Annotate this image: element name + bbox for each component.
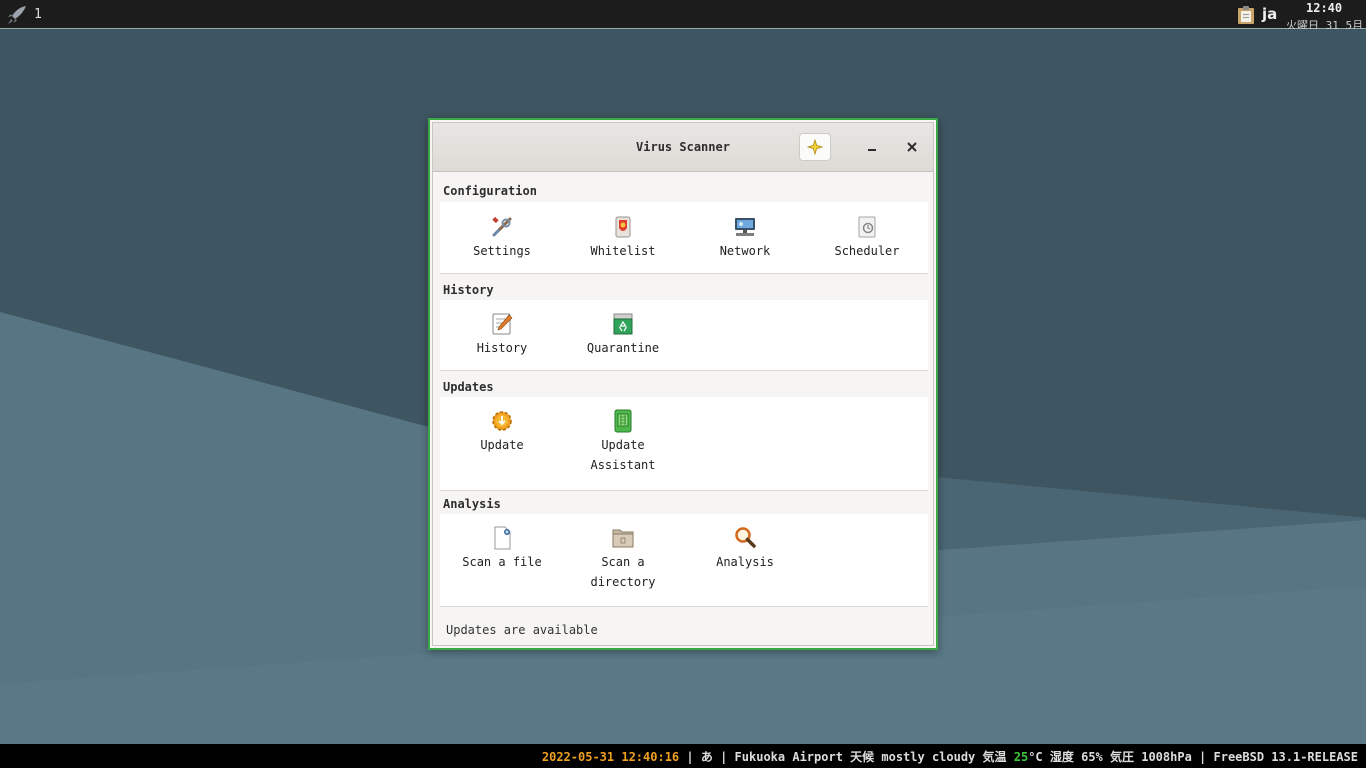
update-label: Update bbox=[480, 438, 524, 452]
scan-file-label: Scan a file bbox=[462, 555, 542, 569]
quarantine-bin-icon bbox=[613, 313, 633, 335]
notepad-pencil-icon bbox=[492, 313, 513, 335]
window-title: Virus Scanner bbox=[636, 140, 730, 154]
settings-button[interactable]: Settings bbox=[443, 215, 561, 261]
status-line: 2022-05-31 12:40:16 | あ | Fukuoka Airpor… bbox=[542, 748, 1358, 765]
language-indicator[interactable]: ja bbox=[1262, 5, 1277, 23]
clipboard-icon[interactable] bbox=[1236, 5, 1256, 25]
status-separator: | bbox=[712, 750, 735, 764]
section-configuration: Settings Whitelist Network Scheduler bbox=[440, 202, 928, 274]
section-updates: Update Update Assistant bbox=[440, 397, 928, 491]
shield-list-icon bbox=[615, 216, 631, 238]
status-message: Updates are available bbox=[446, 623, 598, 637]
clock-time[interactable]: 12:40 bbox=[1306, 1, 1342, 15]
folder-icon bbox=[612, 529, 634, 548]
quarantine-button[interactable]: Quarantine bbox=[564, 312, 682, 358]
analysis-button[interactable]: Analysis bbox=[686, 526, 804, 572]
minimize-icon bbox=[868, 149, 876, 151]
rocket-icon[interactable] bbox=[6, 5, 28, 25]
history-label: History bbox=[476, 341, 528, 355]
status-separator: | bbox=[1191, 750, 1214, 764]
magnifier-icon bbox=[735, 527, 756, 548]
section-title-updates: Updates bbox=[443, 380, 494, 394]
status-temperature: 25 bbox=[1013, 750, 1029, 764]
update-assistant-label-line1: Update bbox=[601, 438, 645, 452]
minimize-button[interactable] bbox=[861, 136, 883, 158]
update-assistant-button[interactable]: Update Assistant bbox=[564, 409, 682, 475]
workspace-indicator[interactable]: 1 bbox=[34, 7, 42, 22]
status-os: FreeBSD 13.1-RELEASE bbox=[1213, 750, 1359, 764]
update-button[interactable]: Update bbox=[443, 409, 561, 455]
scheduler-icon bbox=[858, 216, 876, 238]
status-ime: あ bbox=[700, 750, 713, 764]
scan-directory-label-line1: Scan a bbox=[601, 555, 645, 569]
network-icon bbox=[735, 218, 755, 236]
scan-file-button[interactable]: Scan a file bbox=[443, 526, 561, 572]
status-datetime: 2022-05-31 12:40:16 bbox=[541, 750, 680, 764]
close-button[interactable] bbox=[901, 136, 923, 158]
section-analysis: Scan a file Scan a directory Analysis bbox=[440, 514, 928, 607]
quarantine-label: Quarantine bbox=[586, 341, 660, 355]
star-button[interactable] bbox=[799, 133, 831, 161]
section-title-analysis: Analysis bbox=[443, 497, 501, 511]
scan-directory-button[interactable]: Scan a directory bbox=[564, 526, 682, 592]
close-icon bbox=[907, 142, 917, 152]
star-icon bbox=[807, 139, 823, 155]
network-button[interactable]: Network bbox=[686, 215, 804, 261]
whitelist-button[interactable]: Whitelist bbox=[564, 215, 682, 261]
file-icon bbox=[494, 526, 511, 550]
update-assistant-icon bbox=[614, 409, 632, 433]
status-bar: 2022-05-31 12:40:16 | あ | Fukuoka Airpor… bbox=[0, 744, 1366, 768]
status-weather-prefix: Fukuoka Airport 天候 mostly cloudy 気温 bbox=[734, 750, 1014, 764]
update-assistant-label-line2: Assistant bbox=[590, 458, 656, 472]
status-separator: | bbox=[679, 750, 701, 764]
whitelist-label: Whitelist bbox=[590, 244, 656, 258]
network-label: Network bbox=[719, 244, 771, 258]
status-weather-suffix: °C 湿度 65% 気圧 1008hPa bbox=[1028, 750, 1192, 764]
tools-icon bbox=[492, 216, 512, 237]
settings-label: Settings bbox=[473, 244, 531, 258]
section-title-history: History bbox=[443, 283, 494, 297]
section-title-configuration: Configuration bbox=[443, 184, 537, 198]
history-button[interactable]: History bbox=[443, 312, 561, 358]
section-history: History Quarantine bbox=[440, 300, 928, 371]
analysis-label: Analysis bbox=[716, 555, 774, 569]
window-body: Virus Scanner Configuration Settings Whi… bbox=[432, 122, 934, 646]
scheduler-label: Scheduler bbox=[834, 244, 900, 258]
top-panel: 1 ja 12:40 火曜日 31 5月 bbox=[0, 0, 1366, 29]
window-titlebar[interactable]: Virus Scanner bbox=[433, 123, 933, 172]
scheduler-button[interactable]: Scheduler bbox=[808, 215, 926, 261]
clock-date: 火曜日 31 5月 bbox=[1286, 19, 1364, 29]
scan-directory-label-line2: directory bbox=[590, 575, 656, 589]
update-gear-icon bbox=[492, 411, 512, 431]
virus-scanner-window: Virus Scanner Configuration Settings Whi… bbox=[428, 118, 938, 650]
